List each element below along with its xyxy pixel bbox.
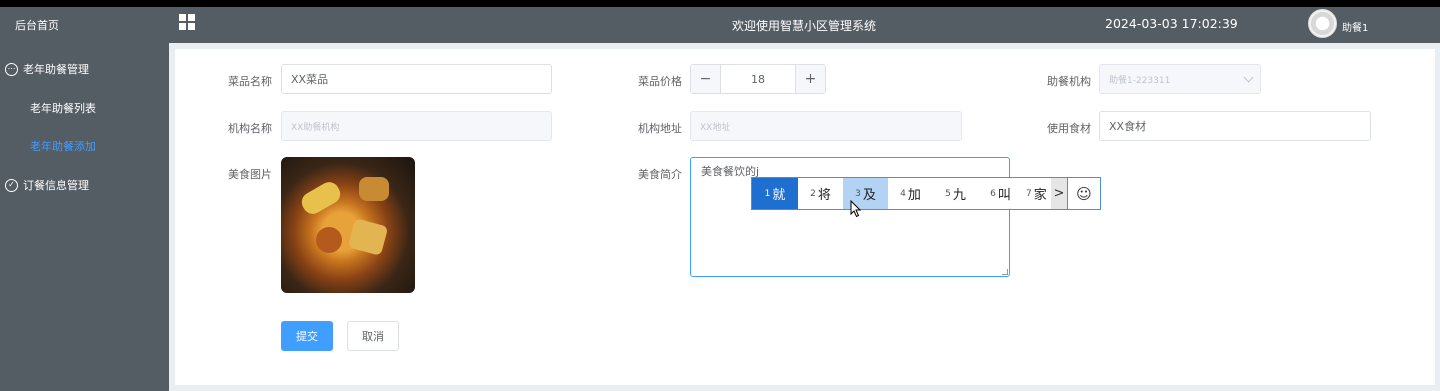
ime-candidate[interactable]: 7家 xyxy=(1023,178,1051,209)
submit-button[interactable]: 提交 xyxy=(281,321,333,351)
ime-candidate-bar: 1就 2将 3及 4加 5九 6叫 7家 > ☺ xyxy=(751,177,1101,210)
sidebar-group-label: 老年助餐管理 xyxy=(23,63,89,76)
org-label: 助餐机构 xyxy=(1047,75,1091,88)
ime-next-page-button[interactable]: > xyxy=(1051,178,1067,209)
mouse-cursor-icon xyxy=(850,200,862,218)
sidebar-group-label: 订餐信息管理 xyxy=(23,179,89,192)
chat-bubble-icon: ⋯ xyxy=(5,62,18,76)
dish-price-value[interactable]: 18 xyxy=(721,65,795,93)
ingredients-label: 使用食材 xyxy=(1047,122,1091,135)
food-intro-label: 美食简介 xyxy=(638,168,682,181)
sidebar-item-meal-add[interactable]: 老年助餐添加 xyxy=(0,128,169,164)
ime-candidate[interactable]: 2将 xyxy=(798,178,843,209)
org-address-placeholder: XX地址 xyxy=(700,122,731,133)
top-bar xyxy=(0,0,1440,7)
org-select[interactable]: 助餐1-223311 xyxy=(1099,64,1261,94)
dish-name-input[interactable]: XX菜品 xyxy=(281,64,552,94)
dish-name-value: XX菜品 xyxy=(291,73,329,86)
ingredients-input[interactable]: XX食材 xyxy=(1099,111,1371,141)
sidebar-item-home[interactable]: 后台首页 xyxy=(0,7,169,43)
org-address-input[interactable]: XX地址 xyxy=(690,111,962,141)
org-select-value: 助餐1-223311 xyxy=(1109,75,1171,86)
sidebar-home-label: 后台首页 xyxy=(15,19,59,32)
food-image-label: 美食图片 xyxy=(228,168,272,181)
sidebar-item-meal-list[interactable]: 老年助餐列表 xyxy=(0,90,169,126)
check-circle-icon: ✓ xyxy=(5,178,18,192)
sidebar: 后台首页 ⋯ 老年助餐管理 老年助餐列表 老年助餐添加 ✓ 订餐信息管理 xyxy=(0,7,169,391)
ingredients-value: XX食材 xyxy=(1109,120,1147,133)
avatar[interactable] xyxy=(1308,9,1337,38)
dish-name-label: 菜品名称 xyxy=(228,75,272,88)
org-address-label: 机构地址 xyxy=(638,122,682,135)
header-username[interactable]: 助餐1 xyxy=(1342,19,1368,34)
org-name-placeholder: XX助餐机构 xyxy=(291,122,340,133)
ime-candidate[interactable]: 5九 xyxy=(933,178,978,209)
decrease-button[interactable]: − xyxy=(691,65,721,93)
emoji-icon[interactable]: ☺ xyxy=(1067,178,1100,209)
increase-button[interactable]: + xyxy=(795,65,825,93)
org-name-label: 机构名称 xyxy=(228,122,272,135)
sidebar-item-label: 老年助餐添加 xyxy=(30,140,96,153)
resize-handle-icon[interactable] xyxy=(1002,269,1008,275)
sidebar-group-order-info[interactable]: ✓ 订餐信息管理 xyxy=(0,167,169,203)
sidebar-group-elderly-meal[interactable]: ⋯ 老年助餐管理 xyxy=(0,51,169,87)
menu-grid-icon[interactable] xyxy=(179,14,195,30)
org-name-input[interactable]: XX助餐机构 xyxy=(281,111,552,141)
chevron-down-icon xyxy=(1243,72,1254,83)
dish-price-stepper: − 18 + xyxy=(690,64,826,94)
header: 欢迎使用智慧小区管理系统 2024-03-03 17:02:39 助餐1 xyxy=(169,7,1440,43)
food-image[interactable] xyxy=(281,157,415,293)
cancel-button[interactable]: 取消 xyxy=(347,321,399,351)
ime-candidate[interactable]: 1就 xyxy=(752,178,798,209)
header-datetime: 2024-03-03 17:02:39 xyxy=(1105,16,1238,31)
dish-price-label: 菜品价格 xyxy=(638,75,682,88)
page-title: 欢迎使用智慧小区管理系统 xyxy=(732,19,877,33)
ime-candidate[interactable]: 6叫 xyxy=(978,178,1023,209)
sidebar-item-label: 老年助餐列表 xyxy=(30,102,96,115)
ime-candidate[interactable]: 4加 xyxy=(888,178,933,209)
